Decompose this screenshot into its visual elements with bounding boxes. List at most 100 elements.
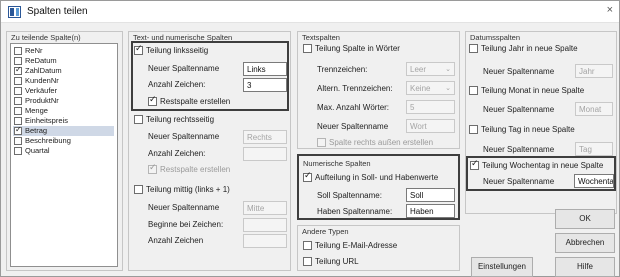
left-split-label: Teilung linksseitig	[146, 46, 209, 55]
max-words-label: Max. Anzahl Wörter:	[317, 103, 390, 112]
numeric-columns-group-title: Numerische Spalten	[303, 159, 371, 168]
zahldatum-checkbox[interactable]	[14, 65, 22, 75]
redatum-checkbox[interactable]	[14, 57, 22, 65]
list-item-beschreibung[interactable]: Beschreibung	[13, 136, 114, 146]
chevron-down-icon: ⌄	[445, 85, 451, 92]
separator-select[interactable]: Leer ⌄	[406, 62, 455, 76]
weekday-split-checkbox[interactable]	[470, 159, 479, 170]
soll-name-label: Soll Spaltenname:	[317, 191, 382, 200]
date-columns-group-title: Datumsspalten	[470, 33, 521, 42]
separator-label: Trennzeichen:	[317, 65, 368, 74]
word-name-label: Neuer Spaltenname	[317, 122, 389, 131]
url-split-checkbox[interactable]	[303, 257, 312, 266]
split-words-label: Teilung Spalte in Wörter	[315, 44, 400, 53]
list-item-redatum[interactable]: ReDatum	[13, 56, 114, 66]
beschreibung-checkbox[interactable]	[14, 137, 22, 145]
ok-button[interactable]: OK	[555, 209, 615, 229]
day-split-label: Teilung Tag in neue Spalte	[481, 125, 575, 134]
right-name-input[interactable]: Rechts	[243, 130, 287, 144]
middle-name-label: Neuer Spaltenname	[148, 203, 220, 212]
einheitspreis-checkbox[interactable]	[14, 117, 22, 125]
year-split-label: Teilung Jahr in neue Spalte	[481, 44, 578, 53]
settings-button[interactable]: Einstellungen	[471, 257, 533, 277]
url-split-label: Teilung URL	[315, 257, 359, 266]
columns-group-title: Zu teilende Spalte(n)	[11, 33, 81, 42]
list-item-menge[interactable]: Menge	[13, 106, 114, 116]
list-item-kundennr[interactable]: KundenNr	[13, 76, 114, 86]
left-split-checkbox[interactable]	[134, 44, 143, 55]
chevron-down-icon: ⌄	[445, 66, 451, 73]
split-columns-dialog: Spalten teilen × Zu teilende Spalte(n) R…	[0, 0, 620, 277]
help-button[interactable]: Hilfe	[555, 257, 615, 277]
split-columns-icon	[8, 6, 21, 18]
list-item-einheitspreis[interactable]: Einheitspreis	[13, 116, 114, 126]
kundennr-checkbox[interactable]	[14, 77, 22, 85]
middle-chars-input[interactable]	[243, 234, 287, 248]
email-split-label: Teilung E-Mail-Adresse	[315, 241, 398, 250]
left-name-label: Neuer Spaltenname	[148, 64, 220, 73]
list-item-quartal[interactable]: Quartal	[13, 146, 114, 156]
soll-name-input[interactable]: Soll	[406, 188, 455, 202]
betrag-checkbox[interactable]	[14, 125, 22, 135]
right-name-label: Neuer Spaltenname	[148, 132, 220, 141]
cancel-button[interactable]: Abbrechen	[555, 233, 615, 253]
year-name-label: Neuer Spaltenname	[483, 67, 555, 76]
left-chars-input[interactable]: 3	[243, 78, 287, 92]
close-icon[interactable]: ×	[607, 4, 613, 16]
columns-listbox[interactable]: ReNr ReDatum ZahlDatum KundenNr Verkäufe…	[10, 43, 118, 267]
outside-column-checkbox[interactable]	[317, 138, 326, 147]
text-columns-group-title: Textspalten	[302, 33, 340, 42]
alt-separator-label: Altern. Trennzeichen:	[317, 84, 393, 93]
split-words-checkbox[interactable]	[303, 44, 312, 53]
middle-name-input[interactable]: Mitte	[243, 201, 287, 215]
list-item-betrag[interactable]: Betrag	[13, 125, 114, 136]
right-rest-label: Restspalte erstellen	[160, 165, 231, 174]
middle-start-label: Beginne bei Zeichen:	[148, 220, 224, 229]
left-rest-checkbox[interactable]	[148, 95, 157, 106]
middle-split-checkbox[interactable]	[134, 185, 143, 194]
left-chars-label: Anzahl Zeichen:	[148, 80, 206, 89]
haben-name-label: Haben Spaltenname:	[317, 207, 393, 216]
menge-checkbox[interactable]	[14, 107, 22, 115]
title-bar: Spalten teilen ×	[1, 1, 619, 23]
middle-split-label: Teilung mittig (links + 1)	[146, 185, 230, 194]
window-title: Spalten teilen	[27, 6, 88, 17]
list-item-produktnr[interactable]: ProduktNr	[13, 96, 114, 106]
haben-name-input[interactable]: Haben	[406, 204, 455, 218]
day-name-label: Neuer Spaltenname	[483, 145, 555, 154]
year-name-input[interactable]: Jahr	[575, 64, 613, 78]
email-split-checkbox[interactable]	[303, 241, 312, 250]
month-name-input[interactable]: Monat	[575, 102, 613, 116]
left-rest-label: Restspalte erstellen	[160, 97, 231, 106]
other-types-group-title: Andere Typen	[302, 227, 349, 236]
renr-checkbox[interactable]	[14, 47, 22, 55]
weekday-split-label: Teilung Wochentag in neue Spalte	[482, 161, 604, 170]
weekday-name-label: Neuer Spaltenname	[483, 177, 555, 186]
month-split-label: Teilung Monat in neue Spalte	[481, 86, 585, 95]
month-split-checkbox[interactable]	[469, 86, 478, 95]
right-chars-input[interactable]	[243, 147, 287, 161]
alt-separator-select[interactable]: Keine ⌄	[406, 81, 455, 95]
middle-chars-label: Anzahl Zeichen	[148, 236, 204, 245]
left-name-input[interactable]: Links	[243, 62, 287, 76]
debit-credit-checkbox[interactable]	[303, 171, 312, 182]
debit-credit-label: Aufteilung in Soll- und Habenwerte	[315, 173, 439, 182]
outside-column-label: Spalte rechts außen erstellen	[329, 138, 434, 147]
word-name-input[interactable]: Wort	[406, 119, 455, 133]
list-item-renr[interactable]: ReNr	[13, 46, 114, 56]
right-chars-label: Anzahl Zeichen:	[148, 149, 206, 158]
verkaeufer-checkbox[interactable]	[14, 87, 22, 95]
right-split-label: Teilung rechtsseitig	[146, 115, 215, 124]
year-split-checkbox[interactable]	[469, 44, 478, 53]
max-words-input[interactable]: 5	[406, 100, 455, 114]
quartal-checkbox[interactable]	[14, 147, 22, 155]
day-split-checkbox[interactable]	[469, 125, 478, 134]
middle-start-input[interactable]	[243, 218, 287, 232]
right-rest-checkbox[interactable]	[148, 163, 157, 174]
right-split-checkbox[interactable]	[134, 115, 143, 124]
list-item-zahldatum[interactable]: ZahlDatum	[13, 65, 114, 76]
list-item-verkaeufer[interactable]: Verkäufer	[13, 86, 114, 96]
weekday-name-input[interactable]: Wochentag	[574, 174, 614, 188]
day-name-input[interactable]: Tag	[575, 142, 613, 156]
produktnr-checkbox[interactable]	[14, 97, 22, 105]
